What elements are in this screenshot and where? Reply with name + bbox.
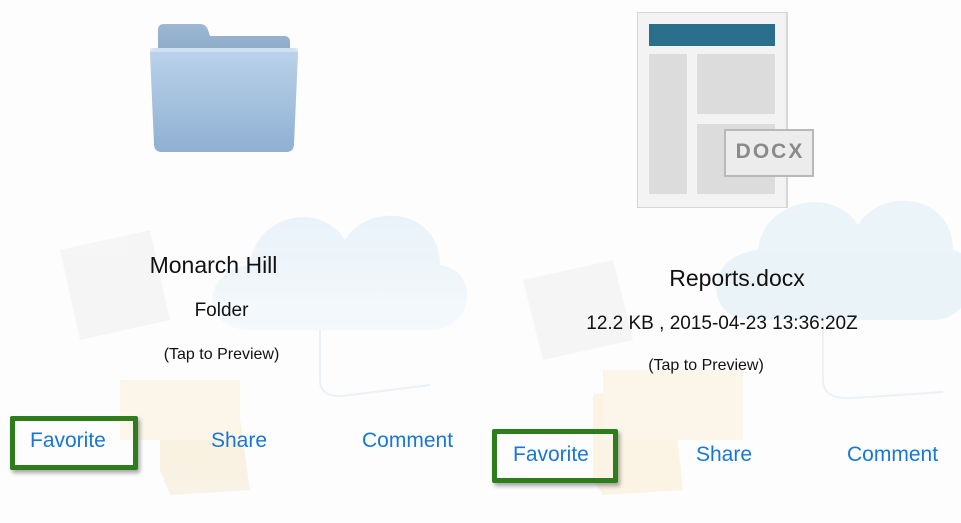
item-card-docx[interactable]: DOCX Reports.docx 12.2 KB , 2015-04-23 1… bbox=[483, 0, 961, 523]
docx-file-icon bbox=[637, 12, 814, 208]
item-card-folder[interactable]: Monarch Hill Folder (Tap to Preview) Fav… bbox=[0, 0, 483, 523]
item-name: Reports.docx bbox=[669, 265, 805, 291]
item-detail: Folder bbox=[194, 300, 249, 321]
folder-icon bbox=[150, 24, 298, 152]
comment-button[interactable]: Comment bbox=[362, 429, 453, 453]
item-detail: 12.2 KB , 2015-04-23 13:36:20Z bbox=[586, 313, 858, 334]
share-button[interactable]: Share bbox=[211, 429, 267, 453]
tap-to-preview-hint[interactable]: (Tap to Preview) bbox=[483, 357, 945, 375]
item-name: Monarch Hill bbox=[149, 252, 278, 278]
file-type-badge: DOCX bbox=[735, 140, 805, 163]
tap-to-preview-hint[interactable]: (Tap to Preview) bbox=[0, 346, 463, 364]
favorite-button[interactable]: Favorite bbox=[513, 443, 589, 467]
favorite-button[interactable]: Favorite bbox=[30, 429, 106, 453]
share-button[interactable]: Share bbox=[696, 443, 752, 467]
comment-button[interactable]: Comment bbox=[847, 443, 938, 467]
